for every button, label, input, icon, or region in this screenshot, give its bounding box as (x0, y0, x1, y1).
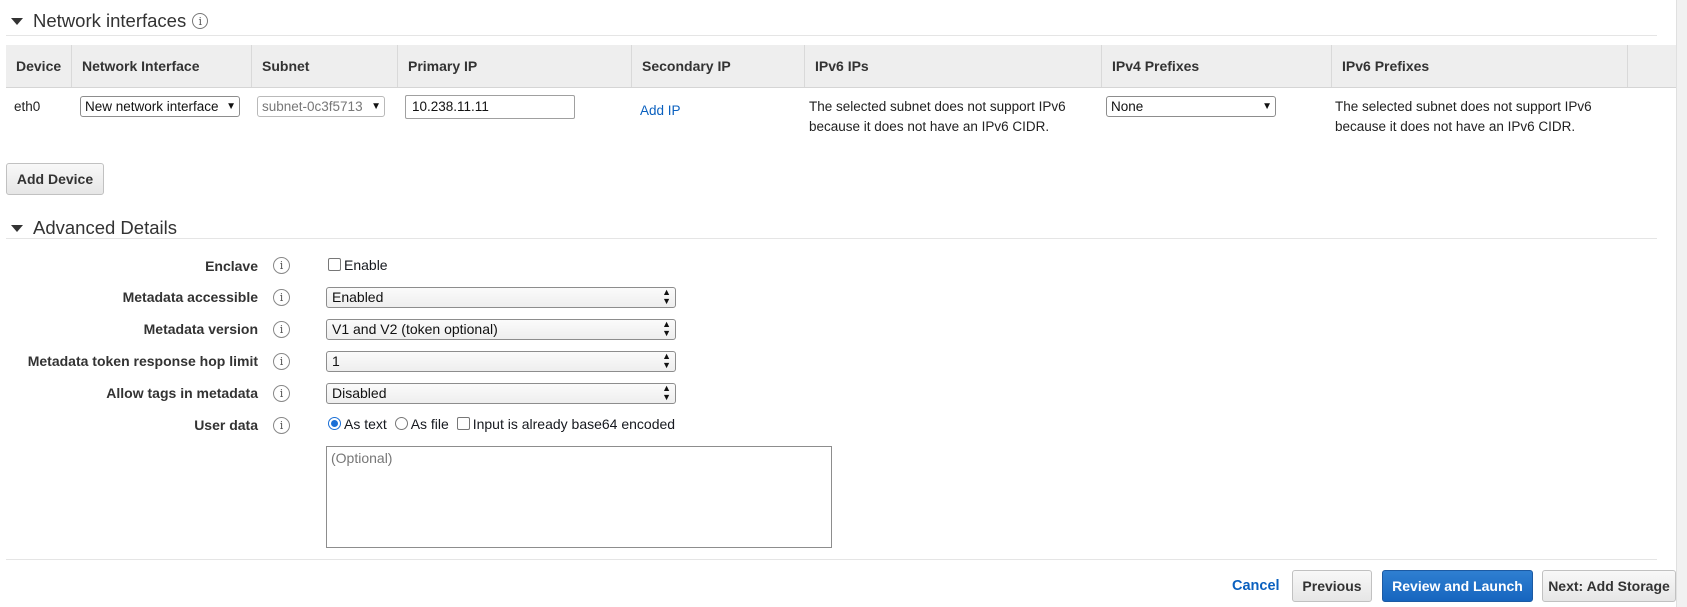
column-device: Device (6, 45, 72, 87)
metadata-version-label: Metadata version (143, 321, 258, 337)
user-data-placeholder: (Optional) (331, 450, 393, 466)
chevron-down-icon: ▼ (1262, 101, 1272, 112)
metadata-version-value: V1 and V2 (token optional) (332, 321, 498, 337)
network-interfaces-table-header: Device Network Interface Subnet Primary … (6, 45, 1676, 88)
allow-tags-value: Disabled (332, 385, 387, 401)
ipv4-prefixes-value: None (1111, 99, 1144, 114)
info-icon[interactable]: i (273, 353, 290, 370)
allow-tags-select[interactable]: Disabled ▲ ▼ (326, 383, 676, 404)
info-icon[interactable]: i (273, 385, 290, 402)
info-icon[interactable]: i (192, 13, 209, 29)
ipv4-prefixes-select[interactable]: None ▼ (1106, 96, 1276, 117)
network-interface-select[interactable]: New network interface ▼ (80, 96, 240, 117)
base64-label: Input is already base64 encoded (472, 416, 676, 432)
as-text-radio[interactable] (328, 417, 341, 430)
enclave-checkbox-label: Enable (344, 257, 388, 273)
hop-limit-label: Metadata token response hop limit (27, 353, 258, 369)
network-interfaces-title: Network interfaces (33, 10, 187, 31)
allow-tags-label: Allow tags in metadata (106, 385, 258, 401)
hop-limit-select[interactable]: 1 ▲ ▼ (326, 351, 676, 372)
column-ipv6-ips: IPv6 IPs (805, 45, 1102, 87)
updown-arrows-icon: ▲ ▼ (662, 383, 671, 402)
updown-arrows-icon: ▲ ▼ (662, 287, 671, 306)
user-data-label: User data (194, 417, 258, 433)
enclave-checkbox-row[interactable]: Enable (328, 257, 388, 273)
divider (6, 559, 1657, 560)
ipv6-prefixes-message: The selected subnet does not support IPv… (1335, 99, 1592, 134)
ipv6-ips-message: The selected subnet does not support IPv… (809, 99, 1066, 134)
divider (6, 238, 1657, 239)
as-file-label: As file (410, 416, 449, 432)
subnet-select[interactable]: subnet-0c3f5713 ▼ (257, 96, 385, 117)
column-subnet: Subnet (252, 45, 398, 87)
info-icon[interactable]: i (273, 417, 290, 434)
network-interface-value: New network interface (85, 99, 219, 114)
as-file-radio[interactable] (394, 417, 408, 430)
primary-ip-input[interactable]: 10.238.11.11 (405, 95, 575, 119)
chevron-down-icon: ▼ (226, 101, 236, 112)
column-primary-ip: Primary IP (398, 45, 632, 87)
enclave-label: Enclave (205, 258, 258, 274)
base64-checkbox[interactable] (456, 417, 470, 430)
caret-down-icon (11, 17, 23, 25)
previous-button[interactable]: Previous (1292, 570, 1372, 602)
metadata-version-select[interactable]: V1 and V2 (token optional) ▲ ▼ (326, 319, 676, 340)
user-data-options: As text As file Input is already base64 … (328, 416, 675, 432)
review-and-launch-button[interactable]: Review and Launch (1382, 570, 1533, 602)
column-network-interface: Network Interface (72, 45, 252, 87)
metadata-accessible-select[interactable]: Enabled ▲ ▼ (326, 287, 676, 308)
hop-limit-value: 1 (332, 353, 340, 369)
metadata-accessible-label: Metadata accessible (122, 289, 258, 305)
cancel-link[interactable]: Cancel (1232, 578, 1280, 594)
add-ip-link[interactable]: Add IP (640, 103, 681, 118)
caret-down-icon (11, 224, 23, 232)
chevron-down-icon: ▼ (371, 101, 381, 112)
scrollbar[interactable] (1676, 0, 1687, 607)
metadata-accessible-value: Enabled (332, 289, 384, 305)
info-icon[interactable]: i (273, 257, 290, 274)
column-secondary-ip: Secondary IP (632, 45, 805, 87)
subnet-value: subnet-0c3f5713 (262, 99, 363, 114)
column-ipv4-prefixes: IPv4 Prefixes (1102, 45, 1332, 87)
as-text-label: As text (344, 416, 387, 432)
info-icon[interactable]: i (273, 289, 290, 306)
info-icon[interactable]: i (273, 321, 290, 338)
next-add-storage-button[interactable]: Next: Add Storage (1542, 570, 1676, 602)
add-device-button[interactable]: Add Device (6, 163, 104, 195)
network-interfaces-header[interactable]: Network interfaces i (8, 10, 209, 32)
device-value: eth0 (14, 99, 41, 114)
divider (6, 35, 1657, 36)
updown-arrows-icon: ▲ ▼ (662, 319, 671, 338)
advanced-details-header[interactable]: Advanced Details (8, 217, 177, 239)
updown-arrows-icon: ▲ ▼ (662, 351, 671, 370)
enclave-checkbox[interactable] (328, 258, 341, 271)
column-ipv6-prefixes: IPv6 Prefixes (1332, 45, 1628, 87)
advanced-details-title: Advanced Details (33, 217, 177, 238)
user-data-textarea[interactable]: (Optional) (326, 446, 832, 548)
